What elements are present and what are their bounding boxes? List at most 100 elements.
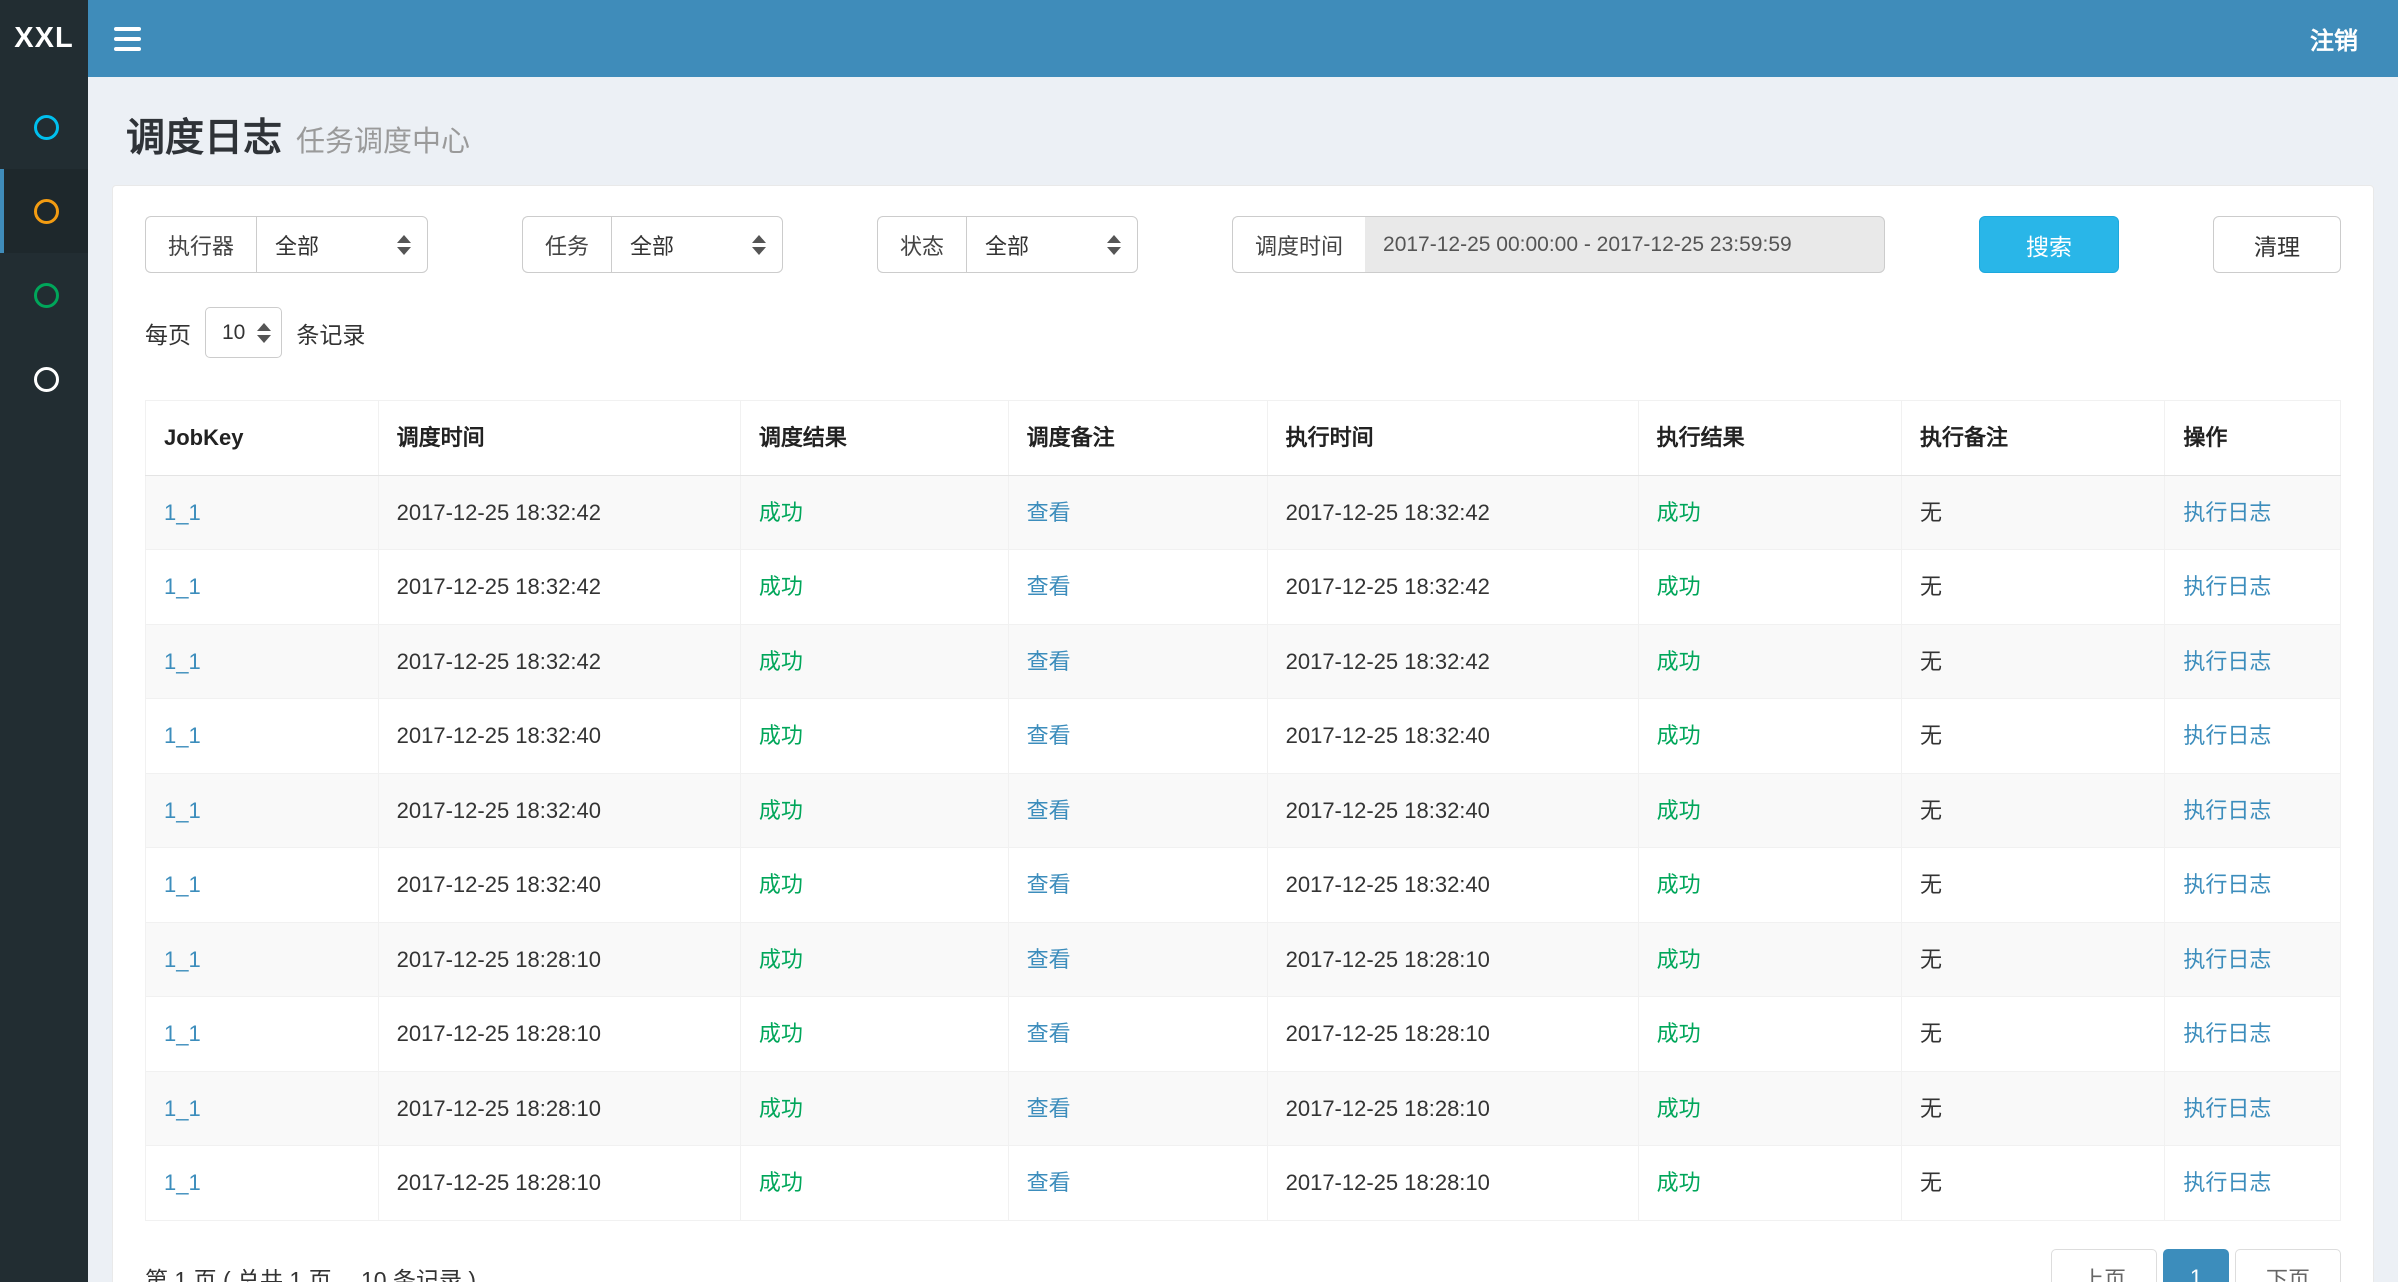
- handle-time-cell: 2017-12-25 18:28:10: [1267, 1071, 1638, 1146]
- job-select[interactable]: 全部: [611, 216, 783, 273]
- page-subtitle: 任务调度中心: [296, 118, 470, 160]
- exec-log-link[interactable]: 执行日志: [2183, 872, 2271, 897]
- col-trigger-result: 调度结果: [740, 401, 1008, 476]
- trigger-result-cell: 成功: [740, 773, 1008, 848]
- trigger-msg-link[interactable]: 查看: [1027, 1170, 1071, 1195]
- circle-o-icon: [34, 199, 59, 224]
- col-jobkey: JobKey: [146, 401, 379, 476]
- clear-button[interactable]: 清理: [2213, 216, 2341, 273]
- trigger-msg-link[interactable]: 查看: [1027, 574, 1071, 599]
- exec-log-link[interactable]: 执行日志: [2183, 1170, 2271, 1195]
- select-arrows-icon: [752, 235, 766, 255]
- handle-time-cell: 2017-12-25 18:32:42: [1267, 550, 1638, 625]
- handle-msg-cell: 无: [1901, 1146, 2164, 1221]
- table-row: 1_1 2017-12-25 18:28:10 成功 查看 2017-12-25…: [146, 1146, 2341, 1221]
- executor-label: 执行器: [145, 216, 256, 273]
- handle-msg-cell: 无: [1901, 773, 2164, 848]
- col-action: 操作: [2165, 401, 2341, 476]
- page-size-select[interactable]: 10: [205, 307, 282, 358]
- time-range-input[interactable]: [1365, 216, 1885, 273]
- page-size-value: 10: [222, 321, 245, 345]
- navbar-main: 注销: [88, 0, 2398, 77]
- trigger-msg-link[interactable]: 查看: [1027, 872, 1071, 897]
- exec-log-link[interactable]: 执行日志: [2183, 574, 2271, 599]
- handle-result-cell: 成功: [1638, 997, 1901, 1072]
- trigger-time-cell: 2017-12-25 18:28:10: [378, 1071, 740, 1146]
- handle-msg-cell: 无: [1901, 550, 2164, 625]
- sidebar-item-4[interactable]: [0, 337, 88, 421]
- exec-log-link[interactable]: 执行日志: [2183, 947, 2271, 972]
- sidebar-item-3[interactable]: [0, 253, 88, 337]
- circle-o-icon: [34, 367, 59, 392]
- table-footer: 第 1 页 ( 总共 1 页， 10 条记录 ) 上页 1 下页: [145, 1249, 2341, 1282]
- filter-job-group: 任务 全部: [522, 216, 783, 273]
- exec-log-link[interactable]: 执行日志: [2183, 1096, 2271, 1121]
- handle-msg-cell: 无: [1901, 475, 2164, 550]
- jobkey-link[interactable]: 1_1: [164, 947, 201, 972]
- trigger-msg-link[interactable]: 查看: [1027, 798, 1071, 823]
- executor-select[interactable]: 全部: [256, 216, 428, 273]
- page-header: 调度日志 任务调度中心: [112, 77, 2374, 185]
- prev-page-button[interactable]: 上页: [2051, 1249, 2157, 1282]
- page-title: 调度日志: [126, 107, 282, 163]
- jobkey-link[interactable]: 1_1: [164, 1096, 201, 1121]
- exec-log-link[interactable]: 执行日志: [2183, 649, 2271, 674]
- jobkey-link[interactable]: 1_1: [164, 798, 201, 823]
- trigger-result-cell: 成功: [740, 997, 1008, 1072]
- handle-time-cell: 2017-12-25 18:32:40: [1267, 848, 1638, 923]
- handle-result-cell: 成功: [1638, 1071, 1901, 1146]
- exec-log-link[interactable]: 执行日志: [2183, 500, 2271, 525]
- handle-result-cell: 成功: [1638, 1146, 1901, 1221]
- sidebar-item-1[interactable]: [0, 85, 88, 169]
- table-row: 1_1 2017-12-25 18:32:42 成功 查看 2017-12-25…: [146, 624, 2341, 699]
- trigger-msg-link[interactable]: 查看: [1027, 1096, 1071, 1121]
- trigger-time-cell: 2017-12-25 18:28:10: [378, 922, 740, 997]
- jobkey-link[interactable]: 1_1: [164, 649, 201, 674]
- main-content: 调度日志 任务调度中心 执行器 全部 任务 全部 状态: [88, 0, 2398, 1282]
- pagination-summary: 第 1 页 ( 总共 1 页， 10 条记录 ): [145, 1261, 476, 1282]
- app-logo[interactable]: XXL: [0, 0, 88, 77]
- status-selected-value: 全部: [985, 229, 1029, 261]
- trigger-msg-link[interactable]: 查看: [1027, 723, 1071, 748]
- handle-result-cell: 成功: [1638, 699, 1901, 774]
- table-row: 1_1 2017-12-25 18:32:40 成功 查看 2017-12-25…: [146, 699, 2341, 774]
- jobkey-link[interactable]: 1_1: [164, 500, 201, 525]
- trigger-msg-link[interactable]: 查看: [1027, 500, 1071, 525]
- jobkey-link[interactable]: 1_1: [164, 723, 201, 748]
- jobkey-link[interactable]: 1_1: [164, 574, 201, 599]
- log-table: JobKey 调度时间 调度结果 调度备注 执行时间 执行结果 执行备注 操作 …: [145, 400, 2341, 1221]
- exec-log-link[interactable]: 执行日志: [2183, 798, 2271, 823]
- trigger-msg-link[interactable]: 查看: [1027, 649, 1071, 674]
- trigger-result-cell: 成功: [740, 848, 1008, 923]
- col-handle-result: 执行结果: [1638, 401, 1901, 476]
- trigger-msg-link[interactable]: 查看: [1027, 947, 1071, 972]
- table-row: 1_1 2017-12-25 18:32:42 成功 查看 2017-12-25…: [146, 550, 2341, 625]
- handle-msg-cell: 无: [1901, 922, 2164, 997]
- handle-time-cell: 2017-12-25 18:32:40: [1267, 699, 1638, 774]
- jobkey-link[interactable]: 1_1: [164, 872, 201, 897]
- sidebar-toggle-icon[interactable]: [88, 0, 166, 77]
- status-select[interactable]: 全部: [966, 216, 1138, 273]
- content-box: 执行器 全部 任务 全部 状态 全部: [112, 185, 2374, 1282]
- handle-result-cell: 成功: [1638, 624, 1901, 699]
- jobkey-link[interactable]: 1_1: [164, 1021, 201, 1046]
- trigger-msg-link[interactable]: 查看: [1027, 1021, 1071, 1046]
- handle-result-cell: 成功: [1638, 550, 1901, 625]
- select-arrows-icon: [1107, 235, 1121, 255]
- trigger-result-cell: 成功: [740, 624, 1008, 699]
- next-page-button[interactable]: 下页: [2235, 1249, 2341, 1282]
- table-row: 1_1 2017-12-25 18:28:10 成功 查看 2017-12-25…: [146, 1071, 2341, 1146]
- exec-log-link[interactable]: 执行日志: [2183, 723, 2271, 748]
- search-button[interactable]: 搜索: [1979, 216, 2119, 273]
- jobkey-link[interactable]: 1_1: [164, 1170, 201, 1195]
- current-page-button[interactable]: 1: [2163, 1249, 2229, 1282]
- logout-link[interactable]: 注销: [2310, 21, 2358, 56]
- table-header-row: JobKey 调度时间 调度结果 调度备注 执行时间 执行结果 执行备注 操作: [146, 401, 2341, 476]
- exec-log-link[interactable]: 执行日志: [2183, 1021, 2271, 1046]
- handle-result-cell: 成功: [1638, 922, 1901, 997]
- page-size-row: 每页 10 条记录: [145, 307, 2341, 358]
- handle-result-cell: 成功: [1638, 848, 1901, 923]
- sidebar-item-2[interactable]: [0, 169, 88, 253]
- handle-time-cell: 2017-12-25 18:28:10: [1267, 997, 1638, 1072]
- job-selected-value: 全部: [630, 229, 674, 261]
